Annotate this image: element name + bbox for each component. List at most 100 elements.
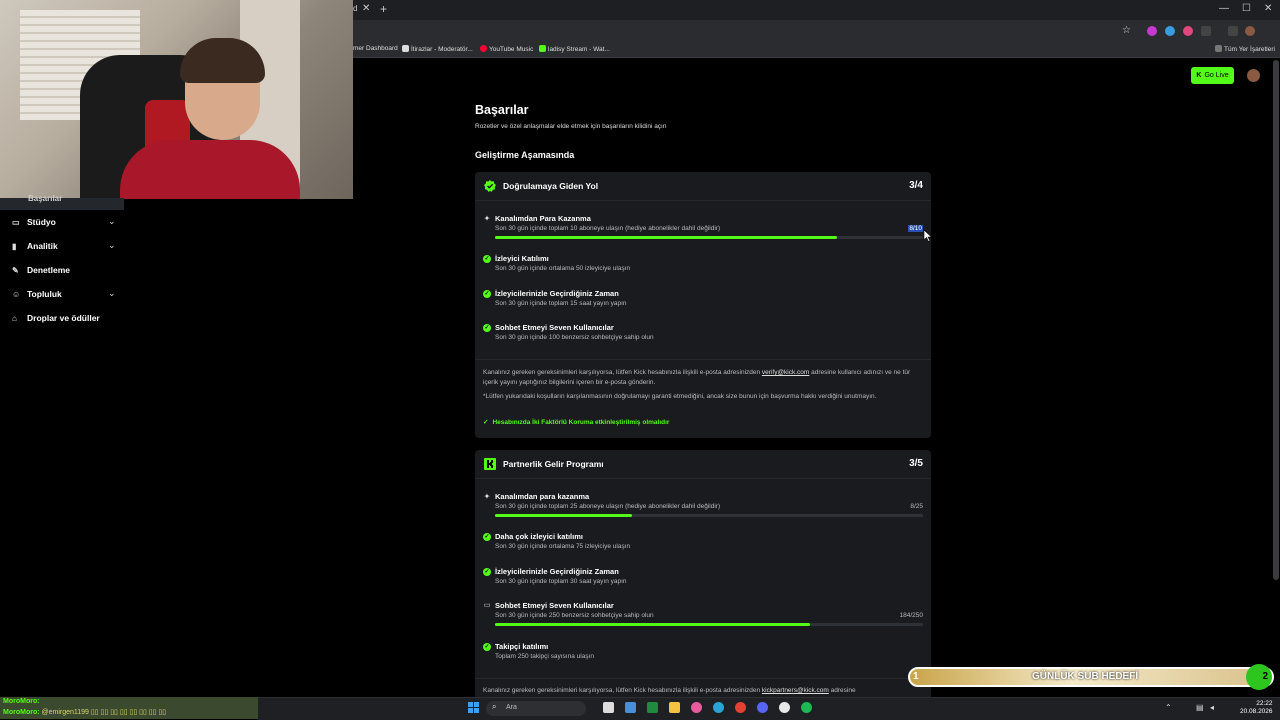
chat-username: MoroMoro: (3, 709, 40, 716)
extension-icon[interactable] (1147, 26, 1157, 36)
card-progress-count: 3/5 (909, 458, 923, 469)
obs-icon[interactable] (779, 702, 790, 713)
chevron-down-icon[interactable]: ⌄ (108, 288, 116, 299)
taskbar-search[interactable]: Ara (486, 701, 586, 716)
sidebar-item-active[interactable]: Başarılar (0, 194, 124, 210)
chat-username: MoroMoro: (3, 698, 40, 705)
check-circle-icon: ✓ (483, 290, 491, 298)
file-explorer-icon[interactable] (669, 702, 680, 713)
task-view-icon[interactable] (603, 702, 614, 713)
network-icon[interactable]: ▤ (1196, 703, 1204, 712)
profile-avatar-icon[interactable] (1245, 26, 1255, 36)
all-bookmarks[interactable]: Tüm Yer İşaretleri (1215, 45, 1275, 53)
chevron-down-icon[interactable]: ⌄ (108, 240, 116, 251)
sidebar-item-drops[interactable]: ⌂ Droplar ve ödüller (12, 313, 100, 323)
taskbar-clock[interactable]: 22:22 20.08.2026 (1240, 700, 1273, 716)
chat-overlay: MoroMoro: MoroMoro: @emirgen1199 ▯▯ ▯▯ ▯… (0, 697, 258, 719)
studio-icon: ▭ (12, 218, 20, 227)
progress-fill (495, 236, 838, 239)
requirement-title: Sohbet Etmeyi Seven Kullanıcılar (495, 601, 614, 610)
card-header: Partnerlik Gelir Programı 3/5 (475, 450, 931, 478)
divider (475, 359, 931, 360)
app-icon[interactable] (625, 702, 636, 713)
windows-start-icon[interactable] (468, 702, 479, 713)
wrench-icon: ✎ (12, 266, 19, 275)
community-icon: ☺ (12, 290, 21, 299)
avatar[interactable] (1247, 69, 1260, 82)
requirement-title: İzleyicilerinizle Geçirdiğiniz Zaman (495, 567, 619, 576)
divider (475, 200, 931, 201)
requirement-title: Takipçi katılımı (495, 642, 549, 651)
tab-close-icon[interactable]: ✕ (362, 3, 370, 14)
requirement-desc: Son 30 gün içinde toplam 25 aboneye ulaş… (495, 503, 721, 510)
analytics-icon: ▮ (12, 242, 17, 251)
requirement-desc: Son 30 gün içinde ortalama 75 izleyiciye… (495, 543, 631, 550)
bookmark-moderation[interactable]: İtirazlar - Moderatör... (402, 45, 473, 53)
check-circle-icon: ✓ (483, 533, 491, 541)
close-window-button[interactable]: ✕ (1264, 3, 1272, 14)
verification-note: Kanalınız gereken gereksinimleri karşılı… (483, 369, 911, 386)
requirement-desc: Son 30 gün içinde toplam 15 saat yayın y… (495, 300, 627, 307)
chevron-down-icon[interactable]: ⌄ (108, 216, 116, 227)
achievement-card-partnership: Partnerlik Gelir Programı 3/5 ✦ Kanalımd… (475, 450, 931, 700)
requirement-value: 8/10 (908, 225, 923, 232)
edge-icon[interactable] (713, 702, 724, 713)
check-circle-icon: ✓ (483, 324, 491, 332)
extension-icon[interactable] (1183, 26, 1193, 36)
sidebar-item-moderation[interactable]: ✎ Denetleme (12, 265, 70, 275)
chat-icon: ▭ (483, 602, 491, 609)
clock-time: 22:22 (1256, 700, 1273, 707)
requirement-value: 184/250 (899, 612, 924, 619)
bookmark-kick-stream[interactable]: ladisy Stream - Wat... (539, 45, 610, 53)
bookmark-youtube-music[interactable]: YouTube Music (480, 45, 533, 53)
progress-bar (495, 623, 923, 626)
requirement-title: Kanalımdan para kazanma (495, 492, 590, 501)
chrome-icon[interactable] (735, 702, 746, 713)
tray-chevron-icon[interactable]: ⌃ (1165, 703, 1172, 712)
xbox-icon[interactable] (647, 702, 658, 713)
maximize-button[interactable]: ☐ (1242, 3, 1251, 14)
media-icon[interactable] (1228, 26, 1238, 36)
spotify-icon[interactable] (801, 702, 812, 713)
progress-bar (495, 236, 923, 239)
person-shirt (120, 140, 300, 199)
sub-goal-title: GÜNLÜK SUB HEDEFİ (1032, 671, 1139, 682)
scrollbar[interactable] (1273, 60, 1279, 580)
email-link[interactable]: verify@kick.com (762, 369, 809, 376)
discord-icon[interactable] (757, 702, 768, 713)
twofa-requirement: ✓ Hesabınızda İki Faktörlü Koruma etkinle… (483, 419, 670, 426)
sidebar-item-community[interactable]: ☺ Topluluk (12, 289, 62, 299)
sub-goal-target: 2 (1246, 664, 1272, 690)
volume-icon[interactable]: ◂ (1210, 703, 1214, 712)
requirement-title: İzleyici Katılımı (495, 254, 549, 263)
check-circle-icon: ✓ (483, 568, 491, 576)
check-circle-icon: ✓ (483, 255, 491, 263)
sidebar-item-studio[interactable]: ▭ Stüdyo (12, 217, 56, 227)
photos-icon[interactable] (691, 702, 702, 713)
divider (475, 478, 931, 479)
divider (475, 678, 931, 679)
sidebar-item-label: Başarılar (28, 194, 63, 203)
extension-icon[interactable] (1165, 26, 1175, 36)
gift-icon: ⌂ (12, 314, 17, 323)
extensions-puzzle-icon[interactable] (1201, 26, 1211, 36)
kick-icon (539, 45, 546, 52)
browser-tab-title[interactable]: d (353, 4, 357, 13)
new-tab-button[interactable]: + (380, 2, 387, 16)
chat-message: MoroMoro: @emirgen1199 ▯▯ ▯▯ ▯▯ ▯▯ ▯▯ ▯▯… (3, 709, 167, 716)
minimize-button[interactable]: — (1219, 3, 1229, 14)
star-icon[interactable]: ☆ (1122, 25, 1131, 36)
check-icon: ✓ (483, 419, 489, 426)
requirement-desc: Son 30 gün içinde toplam 30 saat yayın y… (495, 578, 627, 585)
verified-badge-icon (484, 180, 496, 192)
go-live-button[interactable]: K Go Live (1191, 67, 1234, 84)
email-link[interactable]: kickpartners@kick.com (762, 687, 829, 694)
progress-fill (495, 623, 810, 626)
card-progress-count: 3/4 (909, 180, 923, 191)
sparkle-icon: ✦ (483, 492, 491, 501)
check-circle-icon: ✓ (483, 643, 491, 651)
sidebar-item-analytics[interactable]: ▮ Analitik (12, 241, 58, 251)
progress-bar (495, 514, 923, 517)
bookmark-dashboard[interactable]: mer Dashboard (353, 45, 398, 52)
search-icon: ⌕ (492, 702, 497, 711)
